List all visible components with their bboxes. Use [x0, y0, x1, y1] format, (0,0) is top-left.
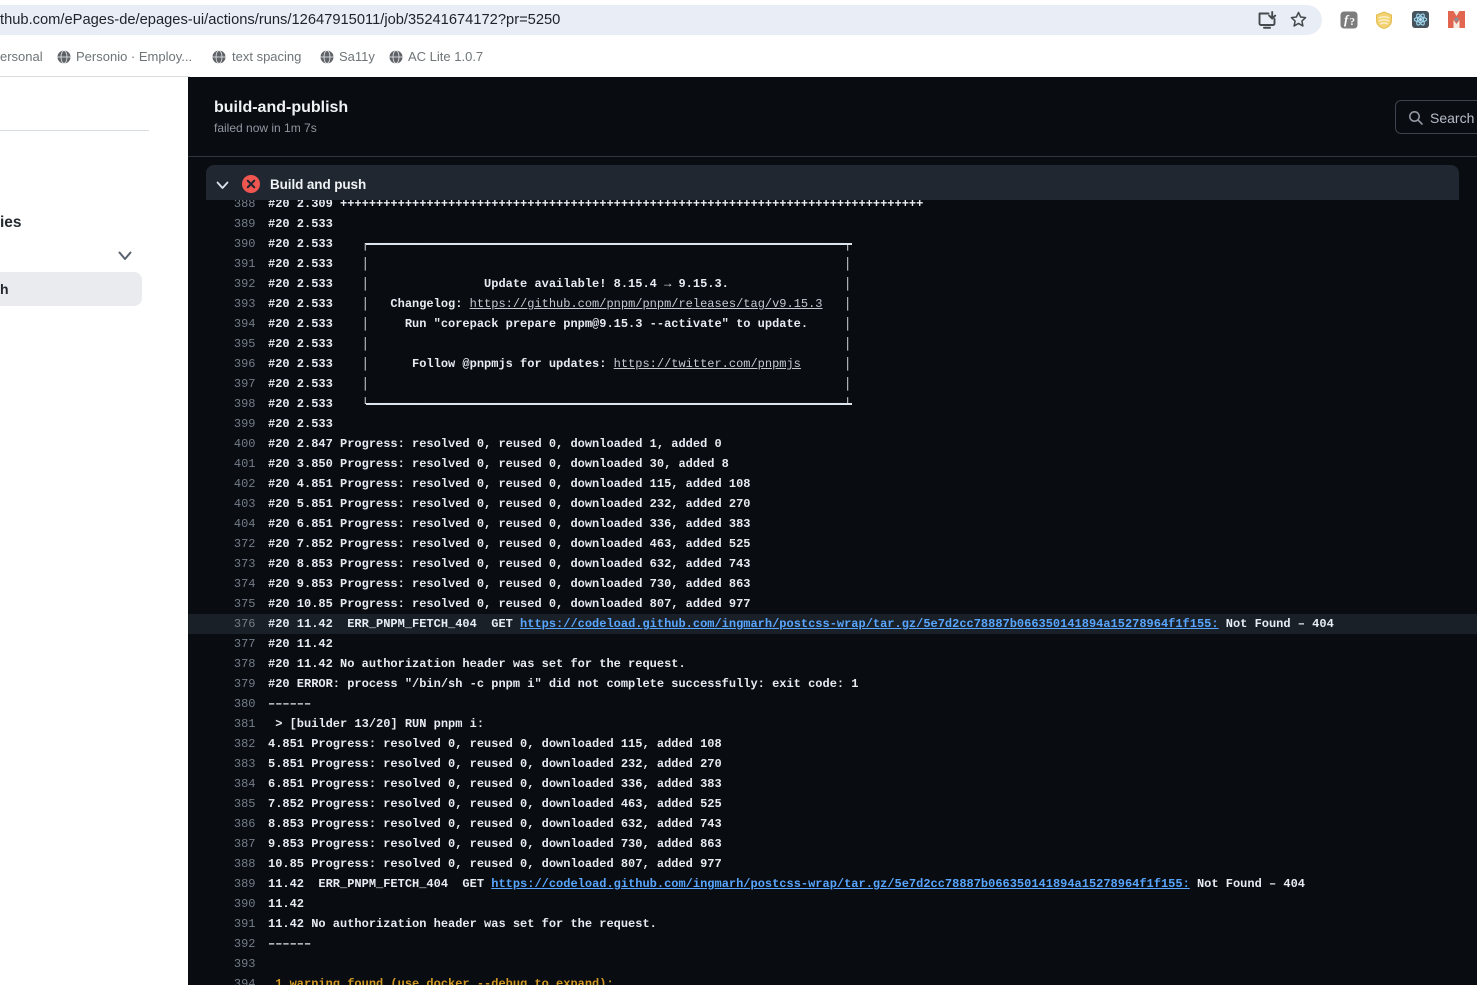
svg-text:?: ?: [1350, 16, 1356, 28]
